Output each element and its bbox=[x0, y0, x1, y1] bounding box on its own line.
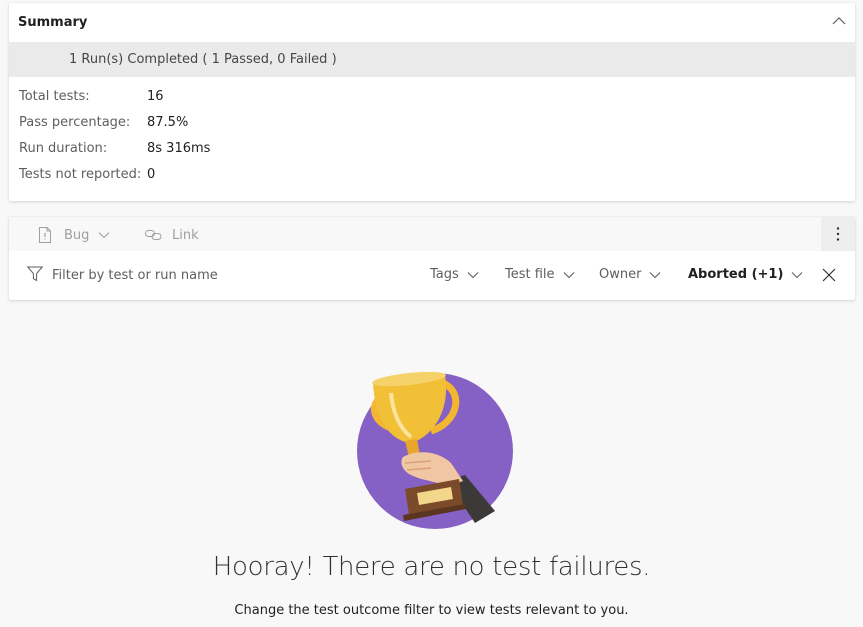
stat-pass-percentage: Pass percentage: 87.5% bbox=[19, 115, 419, 141]
chevron-down-icon bbox=[467, 271, 479, 278]
trophy-illustration bbox=[357, 371, 513, 529]
chevron-down-icon bbox=[650, 271, 661, 278]
run-status-bar: 1 Run(s) Completed ( 1 Passed, 0 Failed … bbox=[9, 42, 855, 77]
stat-run-duration: Run duration: 8s 316ms bbox=[19, 141, 419, 167]
owner-dropdown[interactable]: Owner bbox=[599, 267, 661, 282]
chevron-down-icon bbox=[563, 271, 574, 278]
stat-label: Run duration: bbox=[19, 141, 108, 156]
results-toolbar-card: Bug Link Tags Test file Owner Aborted (+… bbox=[9, 217, 855, 300]
outcome-dropdown-label: Aborted (+1) bbox=[688, 267, 784, 282]
filter-search-input[interactable] bbox=[52, 265, 352, 285]
summary-card: Summary 1 Run(s) Completed ( 1 Passed, 0… bbox=[9, 3, 855, 201]
chevron-down-icon bbox=[792, 271, 803, 278]
chevron-down-icon bbox=[99, 232, 110, 239]
summary-stats: Total tests: 16 Pass percentage: 87.5% R… bbox=[19, 89, 419, 193]
summary-header[interactable]: Summary bbox=[9, 3, 855, 42]
empty-state-heading: Hooray! There are no test failures. bbox=[212, 552, 651, 582]
stat-value: 87.5% bbox=[147, 115, 189, 130]
filter-icon bbox=[27, 266, 43, 282]
tags-dropdown-label: Tags bbox=[430, 267, 459, 282]
link-button[interactable]: Link bbox=[145, 225, 199, 245]
command-bar: Bug Link bbox=[9, 217, 855, 251]
stat-total-tests: Total tests: 16 bbox=[19, 89, 419, 115]
outcome-dropdown[interactable]: Aborted (+1) bbox=[688, 267, 803, 282]
bug-button[interactable]: Bug bbox=[38, 225, 110, 245]
empty-state-subtext: Change the test outcome filter to view t… bbox=[234, 603, 629, 618]
more-options-button[interactable] bbox=[821, 217, 855, 251]
test-file-dropdown[interactable]: Test file bbox=[505, 267, 575, 282]
test-file-dropdown-label: Test file bbox=[505, 267, 555, 282]
stat-label: Pass percentage: bbox=[19, 115, 131, 130]
stat-tests-not-reported: Tests not reported: 0 bbox=[19, 167, 419, 193]
stat-label: Tests not reported: bbox=[19, 167, 142, 182]
link-button-label: Link bbox=[172, 227, 199, 243]
tags-dropdown[interactable]: Tags bbox=[430, 267, 479, 282]
stat-value: 8s 316ms bbox=[147, 141, 211, 156]
run-status-text: 1 Run(s) Completed ( 1 Passed, 0 Failed … bbox=[69, 52, 337, 67]
stat-value: 0 bbox=[147, 167, 156, 182]
owner-dropdown-label: Owner bbox=[599, 267, 642, 282]
summary-title: Summary bbox=[18, 15, 88, 30]
chevron-up-icon[interactable] bbox=[831, 13, 847, 29]
clear-filters-icon[interactable] bbox=[822, 268, 836, 282]
filter-bar: Tags Test file Owner Aborted (+1) bbox=[9, 251, 855, 300]
link-icon bbox=[145, 230, 162, 240]
stat-label: Total tests: bbox=[19, 89, 90, 104]
bug-doc-icon bbox=[39, 227, 51, 243]
more-vertical-icon bbox=[836, 227, 840, 241]
bug-button-label: Bug bbox=[64, 227, 90, 243]
stat-value: 16 bbox=[147, 89, 164, 104]
